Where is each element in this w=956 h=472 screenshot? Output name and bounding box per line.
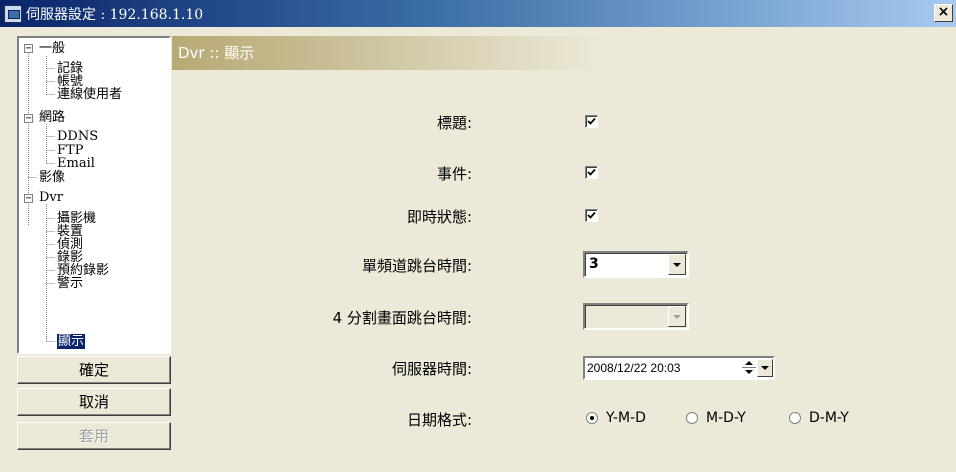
tree-item-label: Dvr xyxy=(39,190,63,205)
tree-item-label: 網路 xyxy=(39,110,66,125)
tree-item-label: 影像 xyxy=(39,170,66,185)
window-title: 伺服器設定 : 192.168.1.10 xyxy=(26,6,204,23)
event-checkbox[interactable] xyxy=(585,166,598,179)
checkmark-icon xyxy=(587,168,596,176)
settings-panel: Dvr :: 顯示 標題: 事件: 即時狀態: 單頻道跳台時間: 3 4 分割畫… xyxy=(172,36,956,472)
realtime-status-label: 即時狀態: xyxy=(406,208,472,226)
date-format-label: 日期格式: xyxy=(406,411,472,429)
date-format-ymd-radio[interactable]: Y-M-D xyxy=(586,409,646,427)
date-format-mdy-radio[interactable]: M-D-Y xyxy=(686,409,746,427)
tree-item-display[interactable]: 顯示 xyxy=(57,334,86,349)
title-bar: 伺服器設定 : 192.168.1.10 × xyxy=(0,0,956,27)
tree-item-general[interactable]: 一般 xyxy=(39,42,65,56)
time-spinner[interactable] xyxy=(742,359,756,377)
apply-button[interactable]: 套用 xyxy=(17,422,171,450)
realtime-status-checkbox[interactable] xyxy=(585,209,598,222)
spin-down-icon[interactable] xyxy=(742,368,756,377)
server-time-value: 2008/12/22 20:03 xyxy=(587,361,681,375)
collapse-general-icon[interactable]: − xyxy=(24,44,33,54)
panel-header: Dvr :: 顯示 xyxy=(172,36,956,70)
event-label: 事件: xyxy=(436,165,472,183)
tree-item-dvr[interactable]: Dvr xyxy=(39,191,63,205)
settings-tree[interactable]: − 一般 記錄 帳號 連線使用者 − 網路 DDNS FTP Email 影像 … xyxy=(17,36,171,354)
spin-up-icon[interactable] xyxy=(742,359,756,368)
tree-item-network[interactable]: 網路 xyxy=(39,111,65,125)
tree-item-alarm[interactable]: 警示 xyxy=(57,277,83,291)
tree-item-video[interactable]: 影像 xyxy=(39,171,65,185)
tree-item-label: DDNS xyxy=(57,129,99,144)
tree-item-email[interactable]: Email xyxy=(57,157,95,171)
tree-item-label: 警示 xyxy=(57,276,84,291)
tree-item-label: Email xyxy=(57,156,95,171)
radio-label: M-D-Y xyxy=(706,410,746,426)
radio-label: Y-M-D xyxy=(606,410,646,426)
ok-button[interactable]: 確定 xyxy=(17,356,171,384)
tree-item-connected-users[interactable]: 連線使用者 xyxy=(57,88,122,102)
checkmark-icon xyxy=(587,117,596,125)
single-channel-interval-value: 3 xyxy=(589,256,599,272)
collapse-dvr-icon[interactable]: − xyxy=(24,194,33,204)
single-channel-interval-label: 單頻道跳台時間: xyxy=(361,257,472,275)
tree-item-ddns[interactable]: DDNS xyxy=(57,130,98,144)
radio-unselected-icon xyxy=(789,412,801,424)
tree-item-label: 一般 xyxy=(39,41,66,56)
quad-interval-select[interactable] xyxy=(583,303,689,330)
title-label: 標題: xyxy=(436,114,472,132)
quad-interval-label: 4 分割畫面跳台時間: xyxy=(332,309,472,327)
server-time-label: 伺服器時間: xyxy=(391,360,472,378)
tree-item-label: 連線使用者 xyxy=(57,87,123,102)
tree-item-label: 顯示 xyxy=(57,334,86,349)
dropdown-arrow-icon[interactable] xyxy=(668,306,686,327)
dropdown-arrow-icon[interactable] xyxy=(668,254,686,275)
checkmark-icon xyxy=(587,211,596,219)
date-format-dmy-radio[interactable]: D-M-Y xyxy=(789,409,849,427)
title-checkbox[interactable] xyxy=(585,115,598,128)
cancel-button[interactable]: 取消 xyxy=(17,388,171,416)
app-icon xyxy=(4,4,22,23)
calendar-dropdown-icon[interactable] xyxy=(757,359,773,377)
server-time-picker[interactable]: 2008/12/22 20:03 xyxy=(583,356,775,380)
single-channel-interval-select[interactable]: 3 xyxy=(583,251,689,278)
radio-label: D-M-Y xyxy=(809,410,849,426)
collapse-network-icon[interactable]: − xyxy=(24,114,33,124)
radio-unselected-icon xyxy=(686,412,698,424)
radio-selected-icon xyxy=(586,412,598,424)
close-button[interactable]: × xyxy=(934,4,953,22)
